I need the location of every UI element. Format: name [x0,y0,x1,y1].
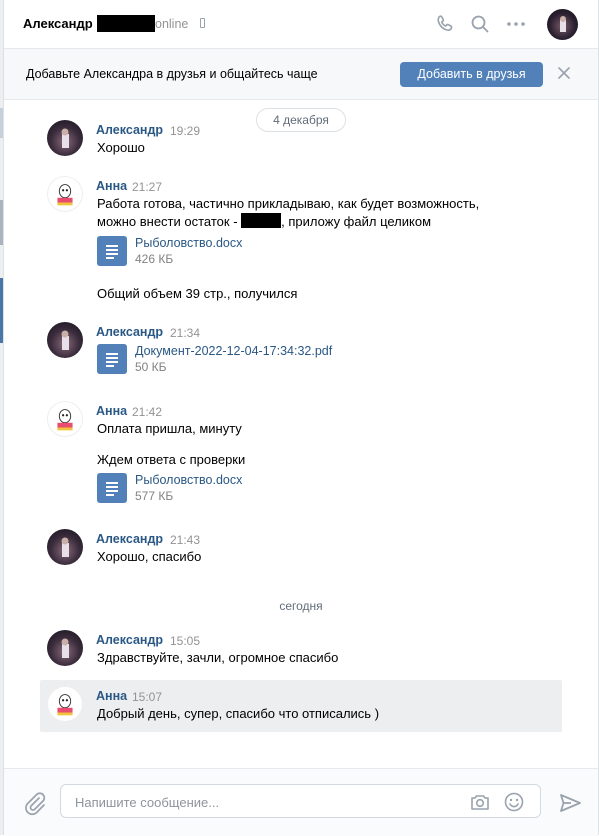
message-input[interactable] [73,791,457,813]
message: Александр 21:43 Хорошо, спасибо [40,529,562,569]
message: Александр 15:05 Здравствуйте, зачли, огр… [40,630,562,670]
document-name[interactable]: Рыболовство.docx [135,236,242,250]
paperclip-icon[interactable] [22,790,48,816]
document-attachment[interactable]: Документ-2022-12-04-17:34:32.pdf 50 КБ [97,344,397,378]
message-time[interactable]: 19:29 [170,124,200,138]
avatar[interactable] [47,322,83,358]
mobile-icon [200,18,205,28]
avatar[interactable] [47,176,83,212]
author-name[interactable]: Александр [96,123,163,137]
message-time[interactable]: 15:05 [170,634,200,648]
message-time[interactable]: 21:27 [132,180,162,194]
document-icon [97,344,127,374]
close-icon[interactable] [555,64,573,82]
avatar[interactable] [47,686,83,722]
message: Анна 21:27 Работа готова, частично прикл… [40,176,562,306]
message-text-line2: можно внести остаток - , приложу файл це… [97,213,432,229]
document-icon [97,473,127,503]
phone-icon[interactable] [433,12,457,36]
camera-icon[interactable] [468,790,492,814]
author-name[interactable]: Александр [96,325,163,339]
message-text: Хорошо, спасибо [97,549,202,564]
message: Александр 19:29 Хорошо [40,118,562,158]
document-icon [97,236,127,266]
date-separator: сегодня [279,599,323,613]
redacted-surname [97,15,155,32]
avatar[interactable] [47,401,83,437]
author-name[interactable]: Анна [96,404,127,418]
document-name[interactable]: Рыболовство.docx [135,473,242,487]
message-text: Добрый день, супер, спасибо что отписали… [97,706,380,721]
avatar[interactable] [47,529,83,565]
avatar[interactable] [47,630,83,666]
smile-icon[interactable] [502,790,526,814]
more-icon[interactable] [504,12,528,36]
chat-header: Александр online [4,0,598,49]
document-size: 50 КБ [135,360,167,374]
message-text: Ждем ответа с проверки [97,452,246,467]
message-text: Общий объем 39 стр., получился [97,286,298,301]
author-name[interactable]: Александр [96,633,163,647]
chat-panel: Александр online Добавьте Александра в д… [3,0,599,836]
document-attachment[interactable]: Рыболовство.docx 577 КБ [97,473,337,507]
send-icon[interactable] [557,790,583,816]
search-icon[interactable] [468,12,492,36]
message-time[interactable]: 21:43 [170,533,200,547]
online-status: online [155,17,189,31]
author-name[interactable]: Анна [96,689,127,703]
message-highlighted: Анна 15:07 Добрый день, супер, спасибо ч… [40,680,562,732]
author-name[interactable]: Анна [96,179,127,193]
message-text: Здравствуйте, зачли, огромное спасибо [97,650,339,665]
document-attachment[interactable]: Рыболовство.docx 426 КБ [97,236,337,270]
contact-name[interactable]: Александр [23,16,93,31]
document-size: 577 КБ [135,489,174,503]
banner-text: Добавьте Александра в друзья и общайтесь… [26,67,318,81]
message-history: 4 декабря Александр 19:29 Хорошо Анна 21… [4,100,598,768]
message-text: Работа готова, частично прикладываю, как… [97,196,480,211]
add-friend-button[interactable]: Добавить в друзья [400,62,543,87]
message-text: Хорошо [97,140,145,155]
message-time[interactable]: 21:34 [170,326,200,340]
message: Александр 21:34 Документ-2022-12-04-17:3… [40,322,562,378]
message-input-box[interactable] [60,784,541,818]
message-time[interactable]: 21:42 [132,405,162,419]
message-text: Оплата пришла, минуту [97,421,242,436]
document-name[interactable]: Документ-2022-12-04-17:34:32.pdf [135,344,332,358]
redacted-amount [241,213,282,228]
message: Анна 21:42 Оплата пришла, минуту Ждем от… [40,401,562,511]
message-time[interactable]: 15:07 [132,690,162,704]
add-friend-banner: Добавьте Александра в друзья и общайтесь… [4,49,598,100]
author-name[interactable]: Александр [96,532,163,546]
contact-avatar[interactable] [547,9,578,40]
avatar[interactable] [47,120,83,156]
message-composer [4,768,598,836]
document-size: 426 КБ [135,252,174,266]
